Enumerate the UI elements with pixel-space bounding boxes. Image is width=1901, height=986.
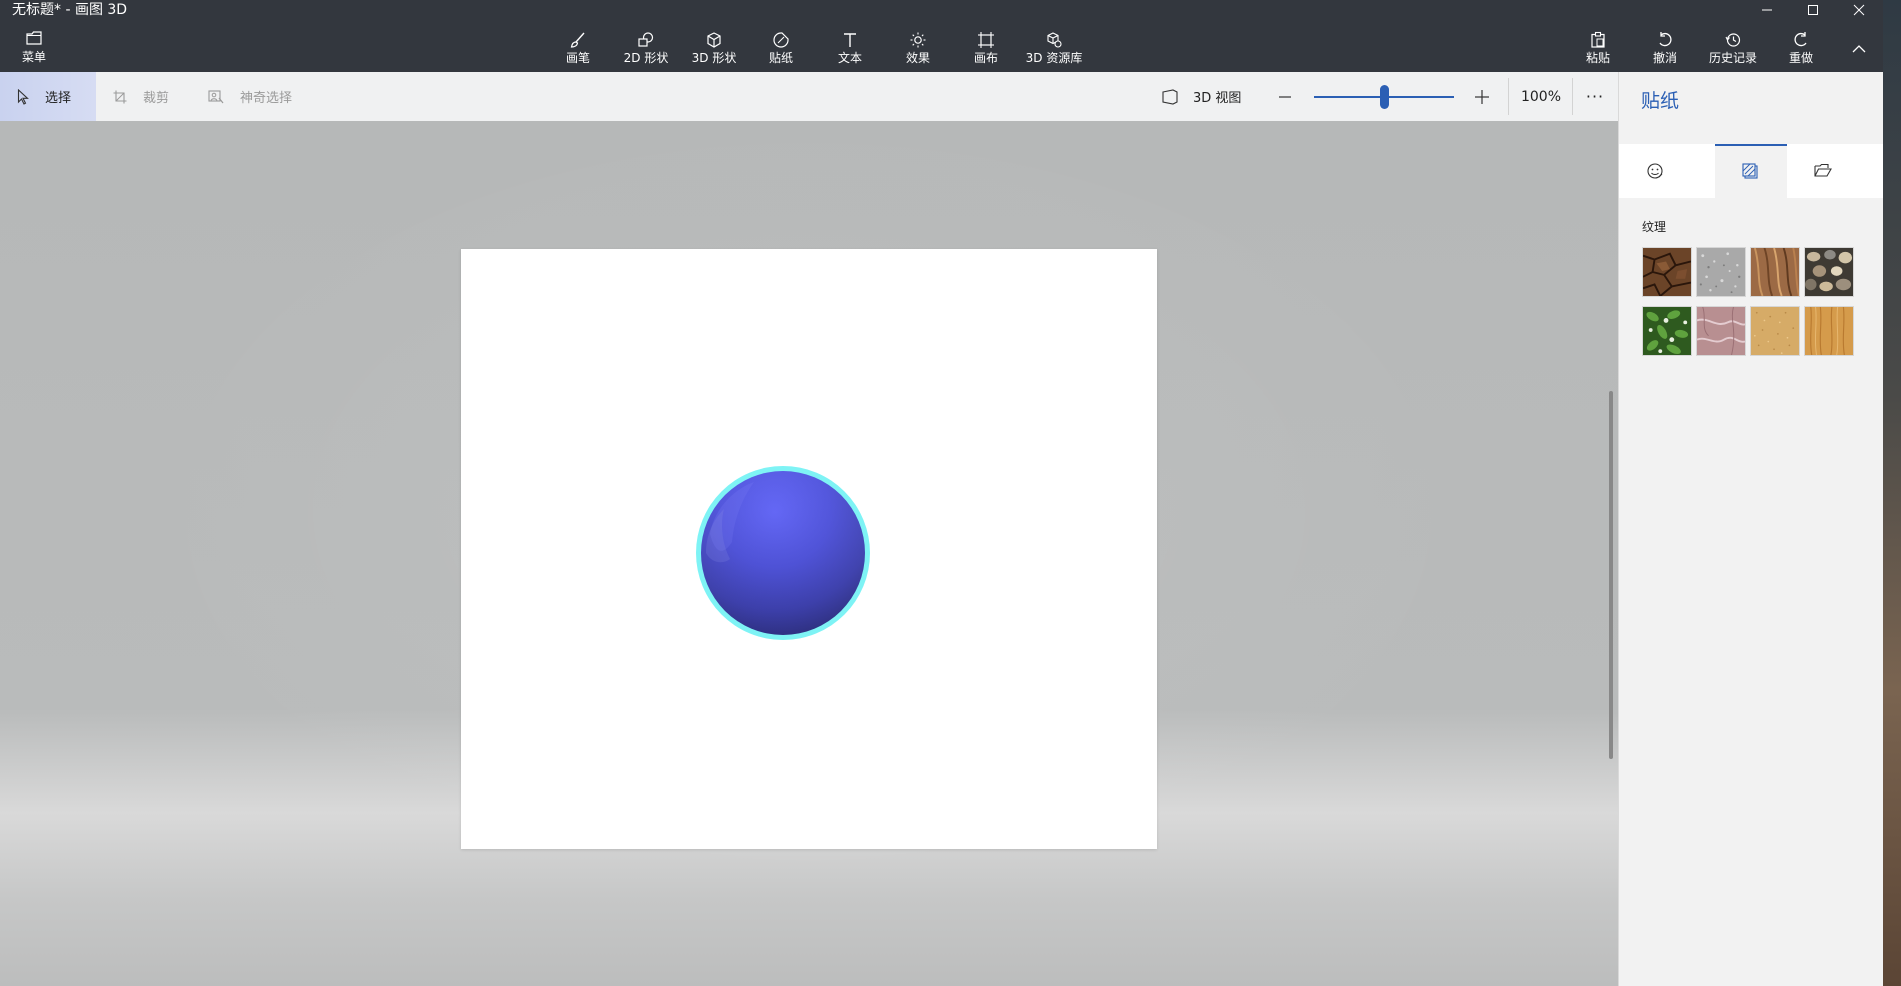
minus-icon [1279, 96, 1291, 98]
texture-grid [1642, 247, 1854, 356]
tool-label: 2D 形状 [623, 51, 669, 65]
window-title: 无标题* - 画图 3D [12, 2, 128, 18]
close-icon [1853, 4, 1865, 16]
tool-label: 画布 [973, 51, 998, 65]
tab-textures[interactable] [1715, 144, 1787, 198]
crop-button[interactable]: 裁剪 [113, 72, 169, 121]
minimize-icon [1762, 9, 1772, 11]
undo-icon [1656, 30, 1674, 50]
folder-icon [26, 31, 42, 45]
ribbon: 无标题* - 画图 3D 菜单 画笔 2D 形状 3D 形状 贴纸 文本 效果 … [0, 0, 1883, 72]
texture-sand[interactable] [1750, 306, 1800, 356]
crop-label: 裁剪 [143, 91, 170, 106]
paste-button[interactable]: 粘贴 [1583, 30, 1613, 70]
tool-label: 效果 [905, 51, 930, 65]
texture-icon [1742, 163, 1758, 179]
redo-button[interactable]: 重做 [1786, 30, 1816, 70]
view-3d-icon [1162, 88, 1178, 105]
chevron-up-icon [1851, 38, 1867, 58]
canvas-crop-icon [977, 30, 995, 50]
crop-icon [113, 90, 127, 103]
cube-icon [705, 30, 723, 50]
zoom-percent[interactable]: 100% [1508, 72, 1574, 121]
text-icon [841, 30, 859, 50]
magic-select-icon [208, 89, 224, 103]
library-3d-icon [1045, 30, 1063, 50]
tab-custom-sticker[interactable] [1787, 144, 1859, 198]
canvas[interactable] [461, 249, 1157, 849]
action-label: 撤消 [1652, 51, 1677, 65]
texture-pebbles[interactable] [1804, 247, 1854, 297]
command-bar: 选择 裁剪 神奇选择 3D 视图 100% ··· [0, 72, 1618, 121]
menu-button[interactable]: 菜单 [14, 30, 54, 70]
tool-brushes[interactable]: 画笔 [563, 30, 593, 70]
tool-3d-shapes[interactable]: 3D 形状 [691, 30, 737, 70]
vertical-scrollbar[interactable] [1609, 391, 1613, 759]
paint3d-window: 无标题* - 画图 3D 菜单 画笔 2D 形状 3D 形状 贴纸 文本 效果 … [0, 0, 1883, 986]
sticker-face-icon [1647, 163, 1663, 179]
tool-text[interactable]: 文本 [835, 30, 865, 70]
tool-3d-library[interactable]: 3D 资源库 [1025, 30, 1083, 70]
divider [1572, 78, 1573, 115]
maximize-button[interactable] [1790, 0, 1836, 20]
workspace[interactable] [0, 121, 1618, 986]
tool-label: 文本 [837, 51, 862, 65]
texture-cracked-bark[interactable] [1642, 247, 1692, 297]
history-button[interactable]: 历史记录 [1706, 30, 1760, 70]
texture-marble-pink[interactable] [1696, 306, 1746, 356]
stickers-panel: 贴纸 纹理 [1618, 72, 1883, 986]
minimize-button[interactable] [1744, 0, 1790, 20]
view-3d-label: 3D 视图 [1193, 91, 1242, 106]
panel-tabs [1619, 144, 1883, 198]
zoom-slider-thumb[interactable] [1379, 85, 1389, 109]
texture-granite[interactable] [1696, 247, 1746, 297]
texture-wood[interactable] [1804, 306, 1854, 356]
cursor-arrow-icon [17, 88, 29, 105]
menu-label: 菜单 [21, 50, 46, 64]
zoom-out-button[interactable] [1274, 86, 1296, 108]
close-button[interactable] [1836, 0, 1882, 20]
selected-2d-circle[interactable] [694, 464, 872, 642]
undo-button[interactable]: 撤消 [1650, 30, 1680, 70]
history-icon [1724, 30, 1742, 50]
tab-stickers[interactable] [1619, 144, 1691, 198]
tool-label: 画笔 [565, 51, 590, 65]
redo-icon [1792, 30, 1810, 50]
desktop-background-edge [1883, 0, 1901, 986]
action-label: 历史记录 [1708, 51, 1757, 65]
tool-label: 3D 形状 [691, 51, 737, 65]
shapes-2d-icon [637, 30, 655, 50]
texture-hair[interactable] [1750, 247, 1800, 297]
magic-select-label: 神奇选择 [240, 91, 293, 106]
brush-icon [569, 30, 587, 50]
select-button[interactable]: 选择 [0, 72, 96, 121]
panel-title: 贴纸 [1641, 90, 1680, 112]
tool-label: 贴纸 [768, 51, 793, 65]
circle-shape-icon [696, 466, 870, 640]
textures-section-label: 纹理 [1642, 220, 1667, 234]
view-3d-toggle[interactable]: 3D 视图 [1161, 72, 1241, 121]
tool-effects[interactable]: 效果 [903, 30, 933, 70]
tool-2d-shapes[interactable]: 2D 形状 [623, 30, 669, 70]
tool-label: 3D 资源库 [1025, 51, 1083, 65]
folder-open-icon [1814, 163, 1832, 177]
action-label: 粘贴 [1585, 51, 1610, 65]
tool-stickers[interactable]: 贴纸 [766, 30, 796, 70]
sticker-icon [772, 30, 790, 50]
select-label: 选择 [45, 91, 72, 106]
texture-leaves[interactable] [1642, 306, 1692, 356]
more-options-button[interactable]: ··· [1575, 72, 1615, 121]
effects-sun-icon [909, 30, 927, 50]
tool-canvas[interactable]: 画布 [971, 30, 1001, 70]
action-label: 重做 [1788, 51, 1813, 65]
maximize-icon [1808, 5, 1818, 15]
magic-select-button[interactable]: 神奇选择 [208, 72, 292, 121]
zoom-in-button[interactable] [1471, 86, 1493, 108]
paste-icon [1589, 30, 1607, 50]
plus-icon [1475, 90, 1489, 104]
